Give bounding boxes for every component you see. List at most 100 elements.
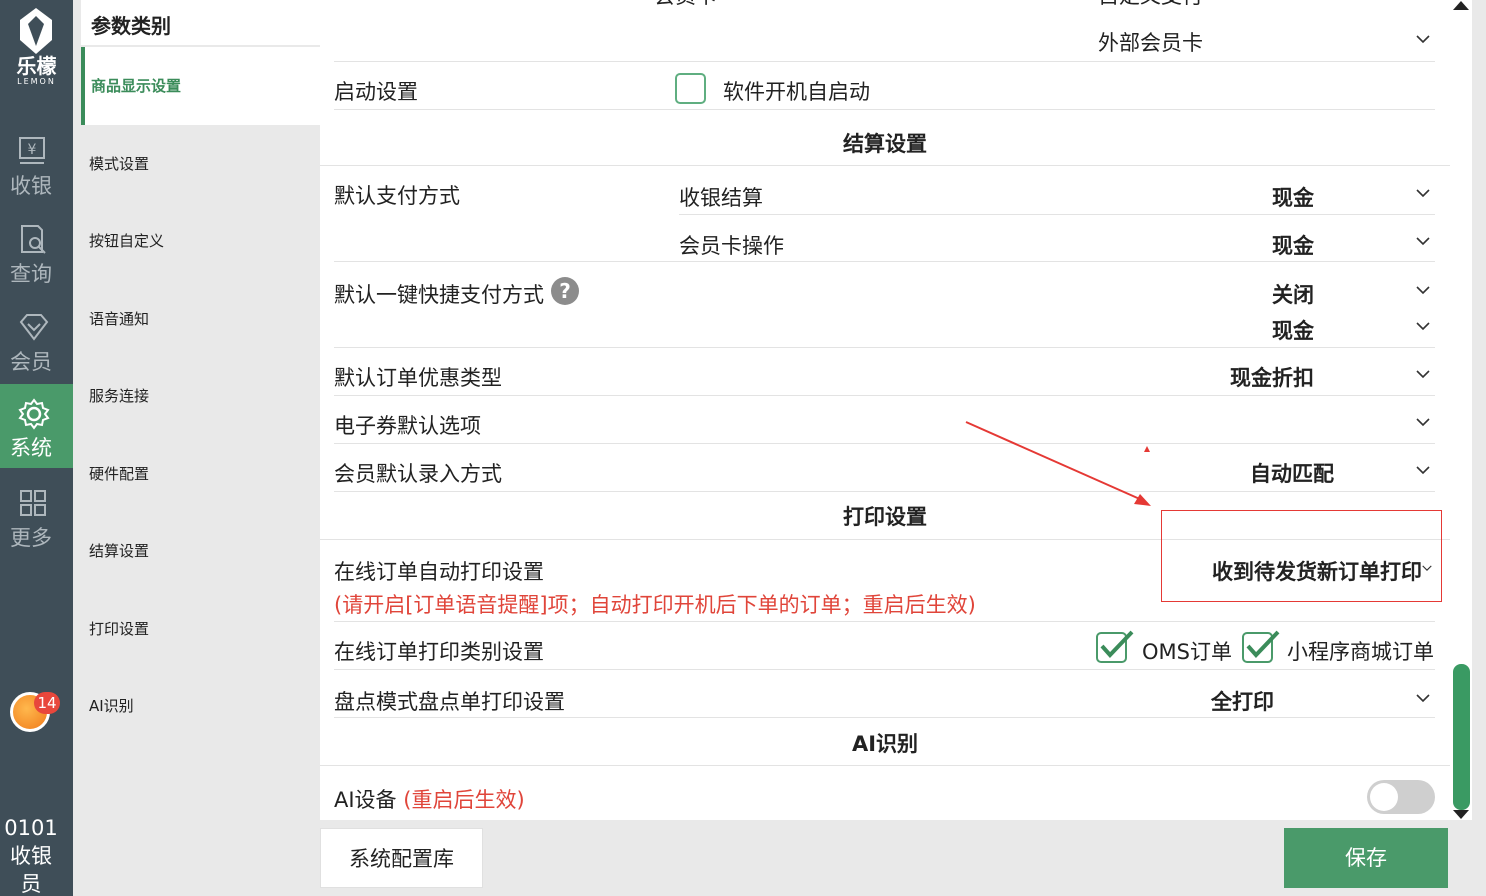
category-item-mode[interactable]: 模式设置 [81,125,313,203]
ai-device-text: AI设备 [334,788,397,812]
setting-row-online-print-type: 在线订单打印类别设置 OMS订单 小程序商城订单 [334,622,1435,670]
autostart-checkbox[interactable] [675,73,706,104]
user-role: 收银员 [10,844,52,896]
nav-item-more[interactable]: 更多 [0,480,73,564]
member-input-value[interactable]: 自动匹配 [1194,458,1334,488]
setting-row-quick-pay: 默认一键快捷支付方式 ? 关闭 现金 [334,262,1435,348]
chevron-down-icon[interactable] [1416,283,1430,297]
quick-pay-value-2[interactable]: 现金 [1214,315,1314,345]
order-discount-label: 默认订单优惠类型 [334,366,502,390]
ecoupon-label: 电子券默认选项 [334,414,481,438]
setting-row-card-types: 会员卡 自定义支付 外部会员卡 [334,0,1435,62]
setting-row-startup: 启动设置 软件开机自启动 [334,62,1435,110]
ai-device-label: AI设备 (重启后生效) [334,784,525,814]
check-icon [1100,630,1134,658]
settings-panel: 会员卡 自定义支付 外部会员卡 启动设置 软件开机自启动 结算设置 默认支付方式… [320,0,1450,820]
save-button[interactable]: 保存 [1284,828,1448,888]
chevron-down-icon[interactable] [1416,32,1430,46]
chevron-down-icon[interactable] [1416,234,1430,248]
system-config-library-button[interactable]: 系统配置库 [320,828,483,888]
setting-row-stocktake-print: 盘点模式盘点单打印设置 全打印 [334,670,1435,718]
startup-label: 启动设置 [334,80,418,104]
miniprogram-order-checkbox[interactable] [1242,630,1280,663]
nav-item-system[interactable]: 系统 [0,384,73,468]
section-title-ai: AI识别 [320,718,1450,766]
check-icon [1246,630,1280,658]
category-item-buttons[interactable]: 按钮自定义 [81,202,313,280]
left-nav: 乐檬 LEMON ¥ 收银 查询 会员 系统 更多 14 0101 收银员 [0,0,73,896]
category-item-service[interactable]: 服务连接 [81,357,313,435]
toggle-knob [1370,783,1398,811]
query-icon [21,225,46,254]
app-window: 乐檬 LEMON ¥ 收银 查询 会员 系统 更多 14 0101 收银员 参数… [0,0,1486,896]
online-print-type-label: 在线订单打印类别设置 [334,640,544,664]
cashier-icon: ¥ [19,137,45,164]
nav-item-cashier[interactable]: ¥ 收银 [0,128,73,212]
online-auto-print-label: 在线订单自动打印设置 [334,560,544,584]
scroll-down-icon[interactable] [1450,810,1472,820]
nav-label-cashier: 收银 [10,174,52,198]
checkout-payment-value[interactable]: 现金 [1214,182,1314,212]
nav-label-member: 会员 [10,350,52,374]
chevron-down-icon[interactable] [1416,415,1430,429]
ai-device-note: (重启后生效) [403,788,525,812]
setting-row-member-input: 会员默认录入方式 自动匹配 [334,444,1435,492]
setting-row-ecoupon: 电子券默认选项 [334,396,1435,444]
window-edge [1472,0,1486,896]
oms-order-checkbox[interactable] [1096,630,1134,663]
setting-row-default-payment: 默认支付方式 收银结算 现金 会员卡操作 现金 [334,166,1435,262]
miniprogram-order-label: 小程序商城订单 [1287,640,1434,664]
autostart-label: 软件开机自启动 [723,80,870,104]
quick-pay-value-1[interactable]: 关闭 [1214,279,1314,309]
external-card-option[interactable]: 外部会员卡 [1098,27,1203,57]
category-item-voice[interactable]: 语音通知 [81,280,313,358]
section-title-settlement: 结算设置 [320,118,1450,166]
notification-badge: 14 [34,692,60,714]
nav-label-more: 更多 [10,526,52,550]
oms-order-label: OMS订单 [1142,640,1232,664]
member-icon [19,314,49,341]
brand-name: 乐檬 [16,54,57,78]
chevron-down-icon[interactable] [1416,691,1430,705]
scroll-up-icon[interactable] [1450,0,1472,10]
online-auto-print-note: (请开启[订单语音提醒]项；自动打印开机后下单的订单；重启后生效) [334,593,976,617]
category-item-ai[interactable]: AI识别 [81,667,313,745]
setting-row-ai-device: AI设备 (重启后生效) [334,766,1435,820]
ai-device-toggle[interactable] [1367,780,1435,814]
scrollbar-thumb[interactable] [1453,664,1470,810]
card-type-label: 会员卡 [654,0,717,10]
setting-row-order-discount: 默认订单优惠类型 现金折扣 [334,348,1435,396]
category-item-print[interactable]: 打印设置 [81,590,313,668]
annotation-box [1161,510,1442,602]
nav-item-member[interactable]: 会员 [0,304,73,388]
member-input-label: 会员默认录入方式 [334,462,502,486]
card-payment-value[interactable]: 现金 [1214,230,1314,260]
nav-label-system: 系统 [10,436,52,460]
stocktake-print-label: 盘点模式盘点单打印设置 [334,690,565,714]
chevron-down-icon[interactable] [1416,463,1430,477]
divider [679,214,1435,215]
nav-label-query: 查询 [10,262,52,286]
help-icon[interactable]: ? [551,277,579,305]
lemon-logo-icon [20,8,52,54]
custom-payment-option[interactable]: 自定义支付 [1098,0,1203,10]
brand-logo: 乐檬 LEMON [0,0,73,110]
checkout-payment-label: 收银结算 [679,186,763,210]
order-discount-value[interactable]: 现金折扣 [1174,362,1314,392]
user-id: 0101 [4,816,58,840]
default-payment-label: 默认支付方式 [334,184,460,208]
category-item-hardware[interactable]: 硬件配置 [81,435,313,513]
card-payment-label: 会员卡操作 [679,234,784,258]
category-item-settlement[interactable]: 结算设置 [81,512,313,590]
user-info: 0101 收银员 [0,814,62,896]
stocktake-print-value[interactable]: 全打印 [1154,686,1274,716]
category-list: 参数类别 商品显示设置 模式设置 按钮自定义 语音通知 服务连接 硬件配置 结算… [73,0,385,896]
brand-sub: LEMON [17,77,56,86]
chevron-down-icon[interactable] [1416,186,1430,200]
grid-icon [20,490,46,516]
svg-text:¥: ¥ [28,142,37,158]
gear-icon [18,398,50,430]
chevron-down-icon[interactable] [1416,367,1430,381]
chevron-down-icon[interactable] [1416,319,1430,333]
nav-item-query[interactable]: 查询 [0,216,73,300]
